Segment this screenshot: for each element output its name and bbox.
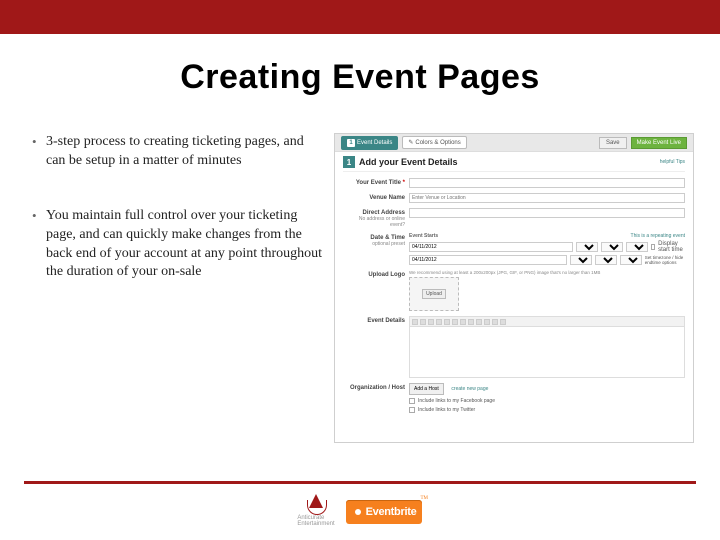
label-event-title: Your Event Title * — [343, 178, 405, 186]
label-address: Direct AddressNo address or online event… — [343, 208, 405, 228]
end-ampm-select[interactable] — [620, 255, 642, 265]
event-title-input[interactable] — [409, 178, 685, 188]
venue-name-input[interactable] — [409, 193, 685, 203]
start-min-select[interactable] — [601, 242, 623, 252]
display-start-label: Display start time — [658, 241, 685, 253]
anticurate-mark-icon — [306, 494, 326, 514]
eventbrite-text: Eventbrite — [366, 506, 417, 518]
screenshot-column: 1Event Details ✎ Colors & Options Save M… — [334, 133, 696, 443]
start-date-input[interactable] — [409, 242, 573, 252]
add-host-button[interactable]: Add a Host — [409, 383, 444, 395]
timezone-note: Set timezone / hide endtime options — [645, 255, 685, 265]
start-hour-select[interactable] — [576, 242, 598, 252]
event-details-textarea[interactable] — [409, 326, 685, 378]
eventbrite-logo: Eventbrite TM — [346, 500, 422, 524]
event-starts-label: Event Starts — [409, 233, 438, 239]
end-hour-select[interactable] — [570, 255, 592, 265]
facebook-checkbox[interactable] — [409, 398, 415, 404]
label-venue-name: Venue Name — [343, 193, 405, 201]
anticurate-logo: Anticurate Entertainment — [298, 494, 334, 530]
facebook-label: Include links to my Facebook page — [418, 398, 495, 404]
twitter-label: Include links to my Twitter — [418, 407, 475, 413]
logo-note: We recommend using at least a 200x200px … — [409, 270, 685, 275]
create-new-page-link[interactable]: create new page — [451, 386, 488, 392]
eventbrite-screenshot: 1Event Details ✎ Colors & Options Save M… — [334, 133, 694, 443]
ss-tab-bar: 1Event Details ✎ Colors & Options Save M… — [335, 134, 693, 152]
anticurate-text: Anticurate Entertainment — [297, 515, 334, 527]
label-upload-logo: Upload Logo — [343, 270, 405, 278]
end-date-input[interactable] — [409, 255, 567, 265]
tab-colors-options[interactable]: ✎ Colors & Options — [402, 136, 466, 149]
end-min-select[interactable] — [595, 255, 617, 265]
start-ampm-select[interactable] — [626, 242, 648, 252]
repeating-event-link[interactable]: This is a repeating event — [631, 233, 685, 239]
logo-dropzone[interactable]: Upload — [409, 277, 459, 311]
content-row: 3-step process to creating ticketing pag… — [0, 97, 720, 443]
upload-button[interactable]: Upload — [422, 289, 446, 299]
trademark: TM — [421, 496, 429, 501]
display-start-checkbox[interactable] — [651, 244, 655, 250]
twitter-checkbox[interactable] — [409, 407, 415, 413]
page-title: Creating Event Pages — [0, 58, 720, 97]
save-button[interactable]: Save — [599, 137, 627, 149]
label-date-time: Date & Timeoptional preset — [343, 233, 405, 247]
step-number-badge: 1 — [343, 156, 355, 168]
tab-event-details[interactable]: 1Event Details — [341, 136, 398, 150]
step-header: 1 Add your Event Details helpful Tips — [343, 156, 685, 172]
header-bar — [0, 0, 720, 34]
footer-logos: Anticurate Entertainment Eventbrite TM — [0, 494, 720, 530]
helpful-tips-link[interactable]: helpful Tips — [660, 159, 685, 165]
eventbrite-sun-icon — [352, 506, 364, 518]
make-live-button[interactable]: Make Event Live — [631, 137, 687, 149]
richtext-toolbar[interactable] — [409, 316, 685, 326]
bullet-column: 3-step process to creating ticketing pag… — [24, 133, 324, 443]
address-input[interactable] — [409, 208, 685, 218]
label-host: Organization / Host — [343, 383, 405, 391]
bullet-item: 3-step process to creating ticketing pag… — [32, 133, 324, 171]
step-title: Add your Event Details — [359, 157, 458, 167]
footer-divider — [24, 481, 696, 484]
label-event-details: Event Details — [343, 316, 405, 324]
bullet-item: You maintain full control over your tick… — [32, 207, 324, 283]
